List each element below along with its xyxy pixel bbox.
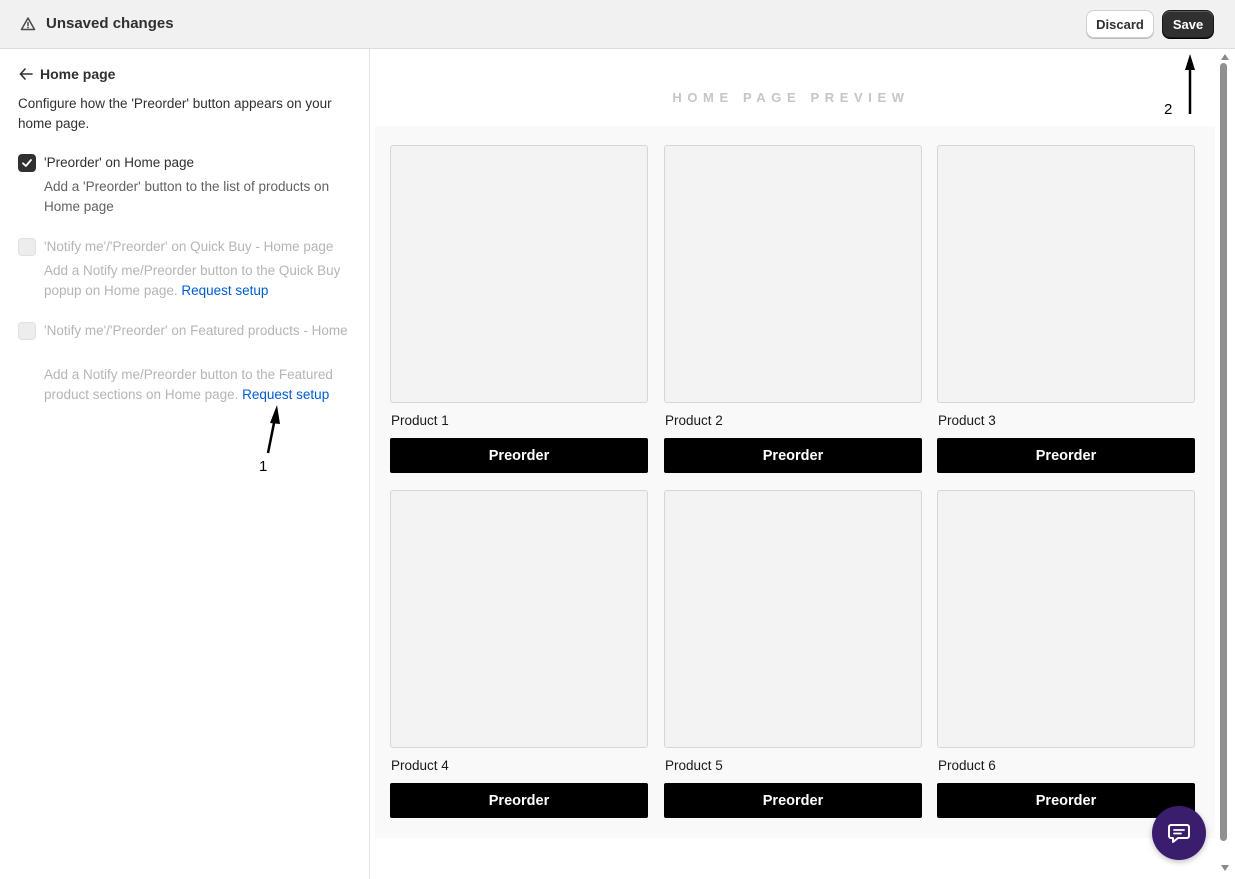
preorder-button[interactable]: Preorder [664,783,922,818]
product-name: Product 1 [391,413,449,428]
quick-buy-checkbox[interactable] [18,238,36,256]
request-setup-link[interactable]: Request setup [242,387,329,402]
preorder-button[interactable]: Preorder [664,438,922,473]
product-name: Product 6 [938,758,996,773]
preview-title: HOME PAGE PREVIEW [672,90,910,105]
product-image-placeholder [664,145,922,403]
panel-description: Configure how the 'Preorder' button appe… [18,96,332,131]
option-hint: Add a Notify me/Preorder button to the F… [44,365,356,405]
product-image-placeholder [664,490,922,748]
option-label[interactable]: 'Preorder' on Home page [44,153,354,173]
settings-panel: Home page Configure how the 'Preorder' b… [0,49,370,879]
discard-button[interactable]: Discard [1086,10,1154,38]
preview-scrollbar[interactable] [1216,49,1235,879]
option-hint: Add a 'Preorder' button to the list of p… [44,179,330,214]
preorder-home-checkbox[interactable] [18,154,36,172]
warning-triangle-icon [20,17,36,31]
arrow-left-icon [19,68,33,80]
preorder-button[interactable]: Preorder [390,438,648,473]
product-name: Product 2 [665,413,723,428]
option-label: 'Notify me'/'Preorder' on Quick Buy - Ho… [44,239,334,254]
scroll-thumb[interactable] [1220,63,1227,841]
save-button[interactable]: Save [1162,10,1214,38]
option-label: 'Notify me'/'Preorder' on Featured produ… [44,323,348,338]
back-link[interactable]: Home page [18,66,115,82]
annotation-label: 1 [259,458,268,475]
product-name: Product 4 [391,758,449,773]
request-setup-link[interactable]: Request setup [181,283,268,298]
product-grid: Product 1 Preorder Product 2 Preorder Pr… [375,126,1215,838]
product-image-placeholder [390,490,648,748]
scroll-up-arrow-icon[interactable] [1221,54,1229,60]
preorder-button[interactable]: Preorder [937,783,1195,818]
unsaved-changes-title: Unsaved changes [46,15,174,32]
chat-button[interactable] [1152,806,1206,860]
product-image-placeholder [937,490,1195,748]
annotation-label: 2 [1164,101,1173,118]
product-name: Product 5 [665,758,723,773]
checkmark-icon [22,159,32,167]
page-title: Home page [40,66,116,82]
preorder-button[interactable]: Preorder [390,783,648,818]
featured-products-checkbox[interactable] [18,322,36,340]
product-image-placeholder [937,145,1195,403]
product-name: Product 3 [938,413,996,428]
product-image-placeholder [390,145,648,403]
top-bar: Unsaved changes Discard Save [0,0,1235,49]
home-page-preview: HOME PAGE PREVIEW Product 1 Preorder Pro… [371,49,1216,879]
option-hint: Add a Notify me/Preorder button to the Q… [44,261,356,301]
preorder-button[interactable]: Preorder [937,438,1195,473]
chat-bubble-icon [1168,824,1190,843]
scroll-down-arrow-icon[interactable] [1221,865,1229,871]
